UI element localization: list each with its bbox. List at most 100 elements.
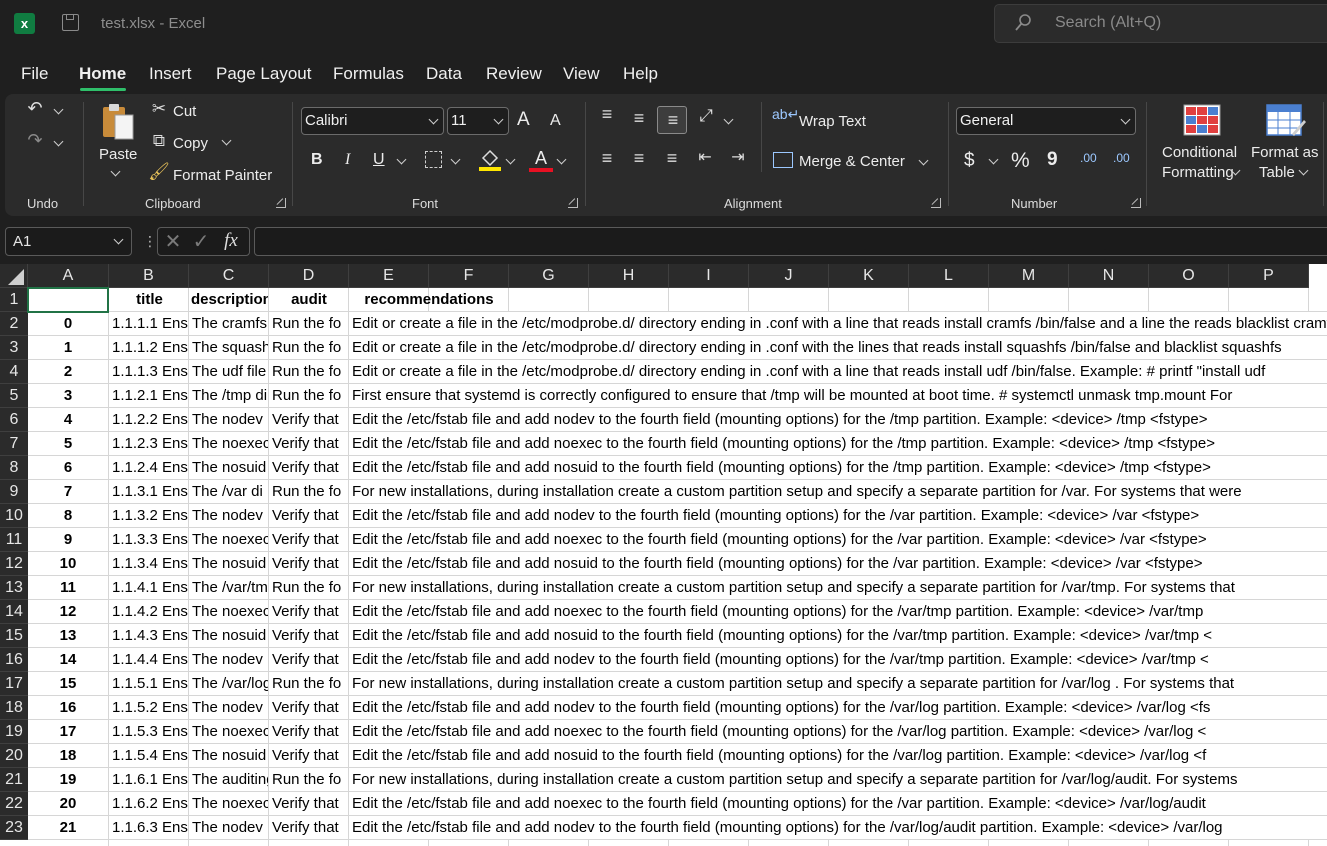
column-header-l[interactable]: L — [909, 264, 989, 288]
cell-d8[interactable]: Verify that — [272, 456, 348, 480]
name-box[interactable]: A1 — [5, 227, 132, 256]
cell-a3[interactable]: 1 — [28, 336, 108, 360]
row-header-21[interactable]: 21 — [0, 768, 28, 792]
copy-icon[interactable]: ⧉ — [149, 131, 169, 151]
cell-a2[interactable]: 0 — [28, 312, 108, 336]
cell-c10[interactable]: The nodev — [192, 504, 268, 528]
grow-font-button[interactable]: A — [517, 109, 530, 131]
column-header-i[interactable]: I — [669, 264, 749, 288]
row-header-22[interactable]: 22 — [0, 792, 28, 816]
cell-e11[interactable]: Edit the /etc/fstab file and add noexec … — [352, 528, 1327, 551]
cell-d12[interactable]: Verify that — [272, 552, 348, 576]
align-center-icon[interactable]: ≡ — [627, 148, 651, 169]
cell-e16[interactable]: Edit the /etc/fstab file and add nodev t… — [352, 648, 1327, 671]
row-header-20[interactable]: 20 — [0, 744, 28, 768]
cell-c16[interactable]: The nodev — [192, 648, 268, 672]
cell-d4[interactable]: Run the fo — [272, 360, 348, 384]
column-header-p[interactable]: P — [1229, 264, 1309, 288]
row-header-4[interactable]: 4 — [0, 360, 28, 384]
cell-d3[interactable]: Run the fo — [272, 336, 348, 360]
cell-c19[interactable]: The noexec — [192, 720, 268, 744]
cell-e20[interactable]: Edit the /etc/fstab file and add nosuid … — [352, 744, 1327, 767]
cell-e4[interactable]: Edit or create a file in the /etc/modpro… — [352, 360, 1327, 383]
cell-e18[interactable]: Edit the /etc/fstab file and add nodev t… — [352, 696, 1327, 719]
row-header-15[interactable]: 15 — [0, 624, 28, 648]
borders-icon[interactable] — [425, 151, 442, 168]
cell-a9[interactable]: 7 — [28, 480, 108, 504]
save-icon[interactable] — [62, 14, 79, 31]
redo-dropdown-icon[interactable] — [53, 136, 64, 147]
row-header-3[interactable]: 3 — [0, 336, 28, 360]
column-header-c[interactable]: C — [189, 264, 269, 288]
decrease-decimal-button[interactable]: .00 — [1113, 151, 1130, 165]
cell-e7[interactable]: Edit the /etc/fstab file and add noexec … — [352, 432, 1327, 455]
tab-formulas[interactable]: Formulas — [333, 64, 404, 84]
cell-d10[interactable]: Verify that — [272, 504, 348, 528]
cell-e10[interactable]: Edit the /etc/fstab file and add nodev t… — [352, 504, 1327, 527]
row-header-17[interactable]: 17 — [0, 672, 28, 696]
cell-a11[interactable]: 9 — [28, 528, 108, 552]
cell-b13[interactable]: 1.1.4.1 Ensure — [112, 576, 188, 600]
align-right-icon[interactable]: ≡ — [660, 148, 684, 169]
cell-e15[interactable]: Edit the /etc/fstab file and add nosuid … — [352, 624, 1327, 647]
format-painter-button[interactable]: Format Painter — [173, 167, 272, 184]
cell-b3[interactable]: 1.1.1.2 Ensure — [112, 336, 188, 360]
cell-e19[interactable]: Edit the /etc/fstab file and add noexec … — [352, 720, 1327, 743]
currency-button[interactable]: $ — [964, 150, 975, 172]
font-name-select[interactable]: Calibri — [301, 107, 444, 135]
row-header-8[interactable]: 8 — [0, 456, 28, 480]
cell-b11[interactable]: 1.1.3.3 Ensure — [112, 528, 188, 552]
conditional-formatting-button[interactable]: Conditional — [1162, 144, 1237, 161]
cell-e23[interactable]: Edit the /etc/fstab file and add nodev t… — [352, 816, 1327, 839]
cell-c4[interactable]: The udf file — [192, 360, 268, 384]
cell-a18[interactable]: 16 — [28, 696, 108, 720]
cell-b12[interactable]: 1.1.3.4 Ensure — [112, 552, 188, 576]
cell-e5[interactable]: First ensure that systemd is correctly c… — [352, 384, 1327, 407]
cell-a13[interactable]: 11 — [28, 576, 108, 600]
column-header-b[interactable]: B — [109, 264, 189, 288]
increase-indent-icon[interactable]: ⇥ — [726, 147, 750, 167]
cell-e13[interactable]: For new installations, during installati… — [352, 576, 1327, 599]
format-painter-icon[interactable]: 🖌 — [148, 162, 170, 182]
cell-a4[interactable]: 2 — [28, 360, 108, 384]
decrease-indent-icon[interactable]: ⇤ — [693, 147, 717, 167]
cell-b19[interactable]: 1.1.5.3 Ensure — [112, 720, 188, 744]
orientation-dropdown-icon[interactable] — [723, 114, 734, 125]
cell-d17[interactable]: Run the fo — [272, 672, 348, 696]
alignment-launcher-icon[interactable] — [931, 198, 941, 208]
cell-a20[interactable]: 18 — [28, 744, 108, 768]
cell-d11[interactable]: Verify that — [272, 528, 348, 552]
cell-d13[interactable]: Run the fo — [272, 576, 348, 600]
row-header-14[interactable]: 14 — [0, 600, 28, 624]
merge-center-icon[interactable] — [773, 152, 793, 168]
cell-e21[interactable]: For new installations, during installati… — [352, 768, 1327, 791]
font-color-dropdown-icon[interactable] — [556, 154, 567, 165]
row-header-13[interactable]: 13 — [0, 576, 28, 600]
search-box[interactable]: Search (Alt+Q) — [994, 4, 1327, 43]
cell-e6[interactable]: Edit the /etc/fstab file and add nodev t… — [352, 408, 1327, 431]
align-left-icon[interactable]: ≡ — [595, 148, 619, 169]
cell-d6[interactable]: Verify that — [272, 408, 348, 432]
cell-e14[interactable]: Edit the /etc/fstab file and add noexec … — [352, 600, 1327, 623]
comma-style-button[interactable]: 9 — [1047, 149, 1058, 171]
row-header-16[interactable]: 16 — [0, 648, 28, 672]
shrink-font-button[interactable]: A — [550, 112, 561, 130]
cell-c12[interactable]: The nosuid — [192, 552, 268, 576]
percent-button[interactable]: % — [1011, 149, 1030, 173]
cell-d5[interactable]: Run the fo — [272, 384, 348, 408]
cell-b8[interactable]: 1.1.2.4 Ensure — [112, 456, 188, 480]
cell-c13[interactable]: The /var/tmp — [192, 576, 268, 600]
cell-d20[interactable]: Verify that — [272, 744, 348, 768]
cell-b5[interactable]: 1.1.2.1 Ensure — [112, 384, 188, 408]
orientation-icon[interactable]: ⤢ — [695, 106, 717, 126]
column-header-j[interactable]: J — [749, 264, 829, 288]
cell-c8[interactable]: The nosuid — [192, 456, 268, 480]
cell-a23[interactable]: 21 — [28, 816, 108, 840]
tab-file[interactable]: File — [21, 64, 48, 84]
copy-dropdown-icon[interactable] — [221, 135, 232, 146]
column-header-a[interactable]: A — [28, 264, 109, 288]
font-color-button[interactable]: A — [535, 148, 547, 169]
cell-d15[interactable]: Verify that — [272, 624, 348, 648]
cut-button[interactable]: Cut — [173, 103, 196, 120]
cell-b9[interactable]: 1.1.3.1 Ensure — [112, 480, 188, 504]
